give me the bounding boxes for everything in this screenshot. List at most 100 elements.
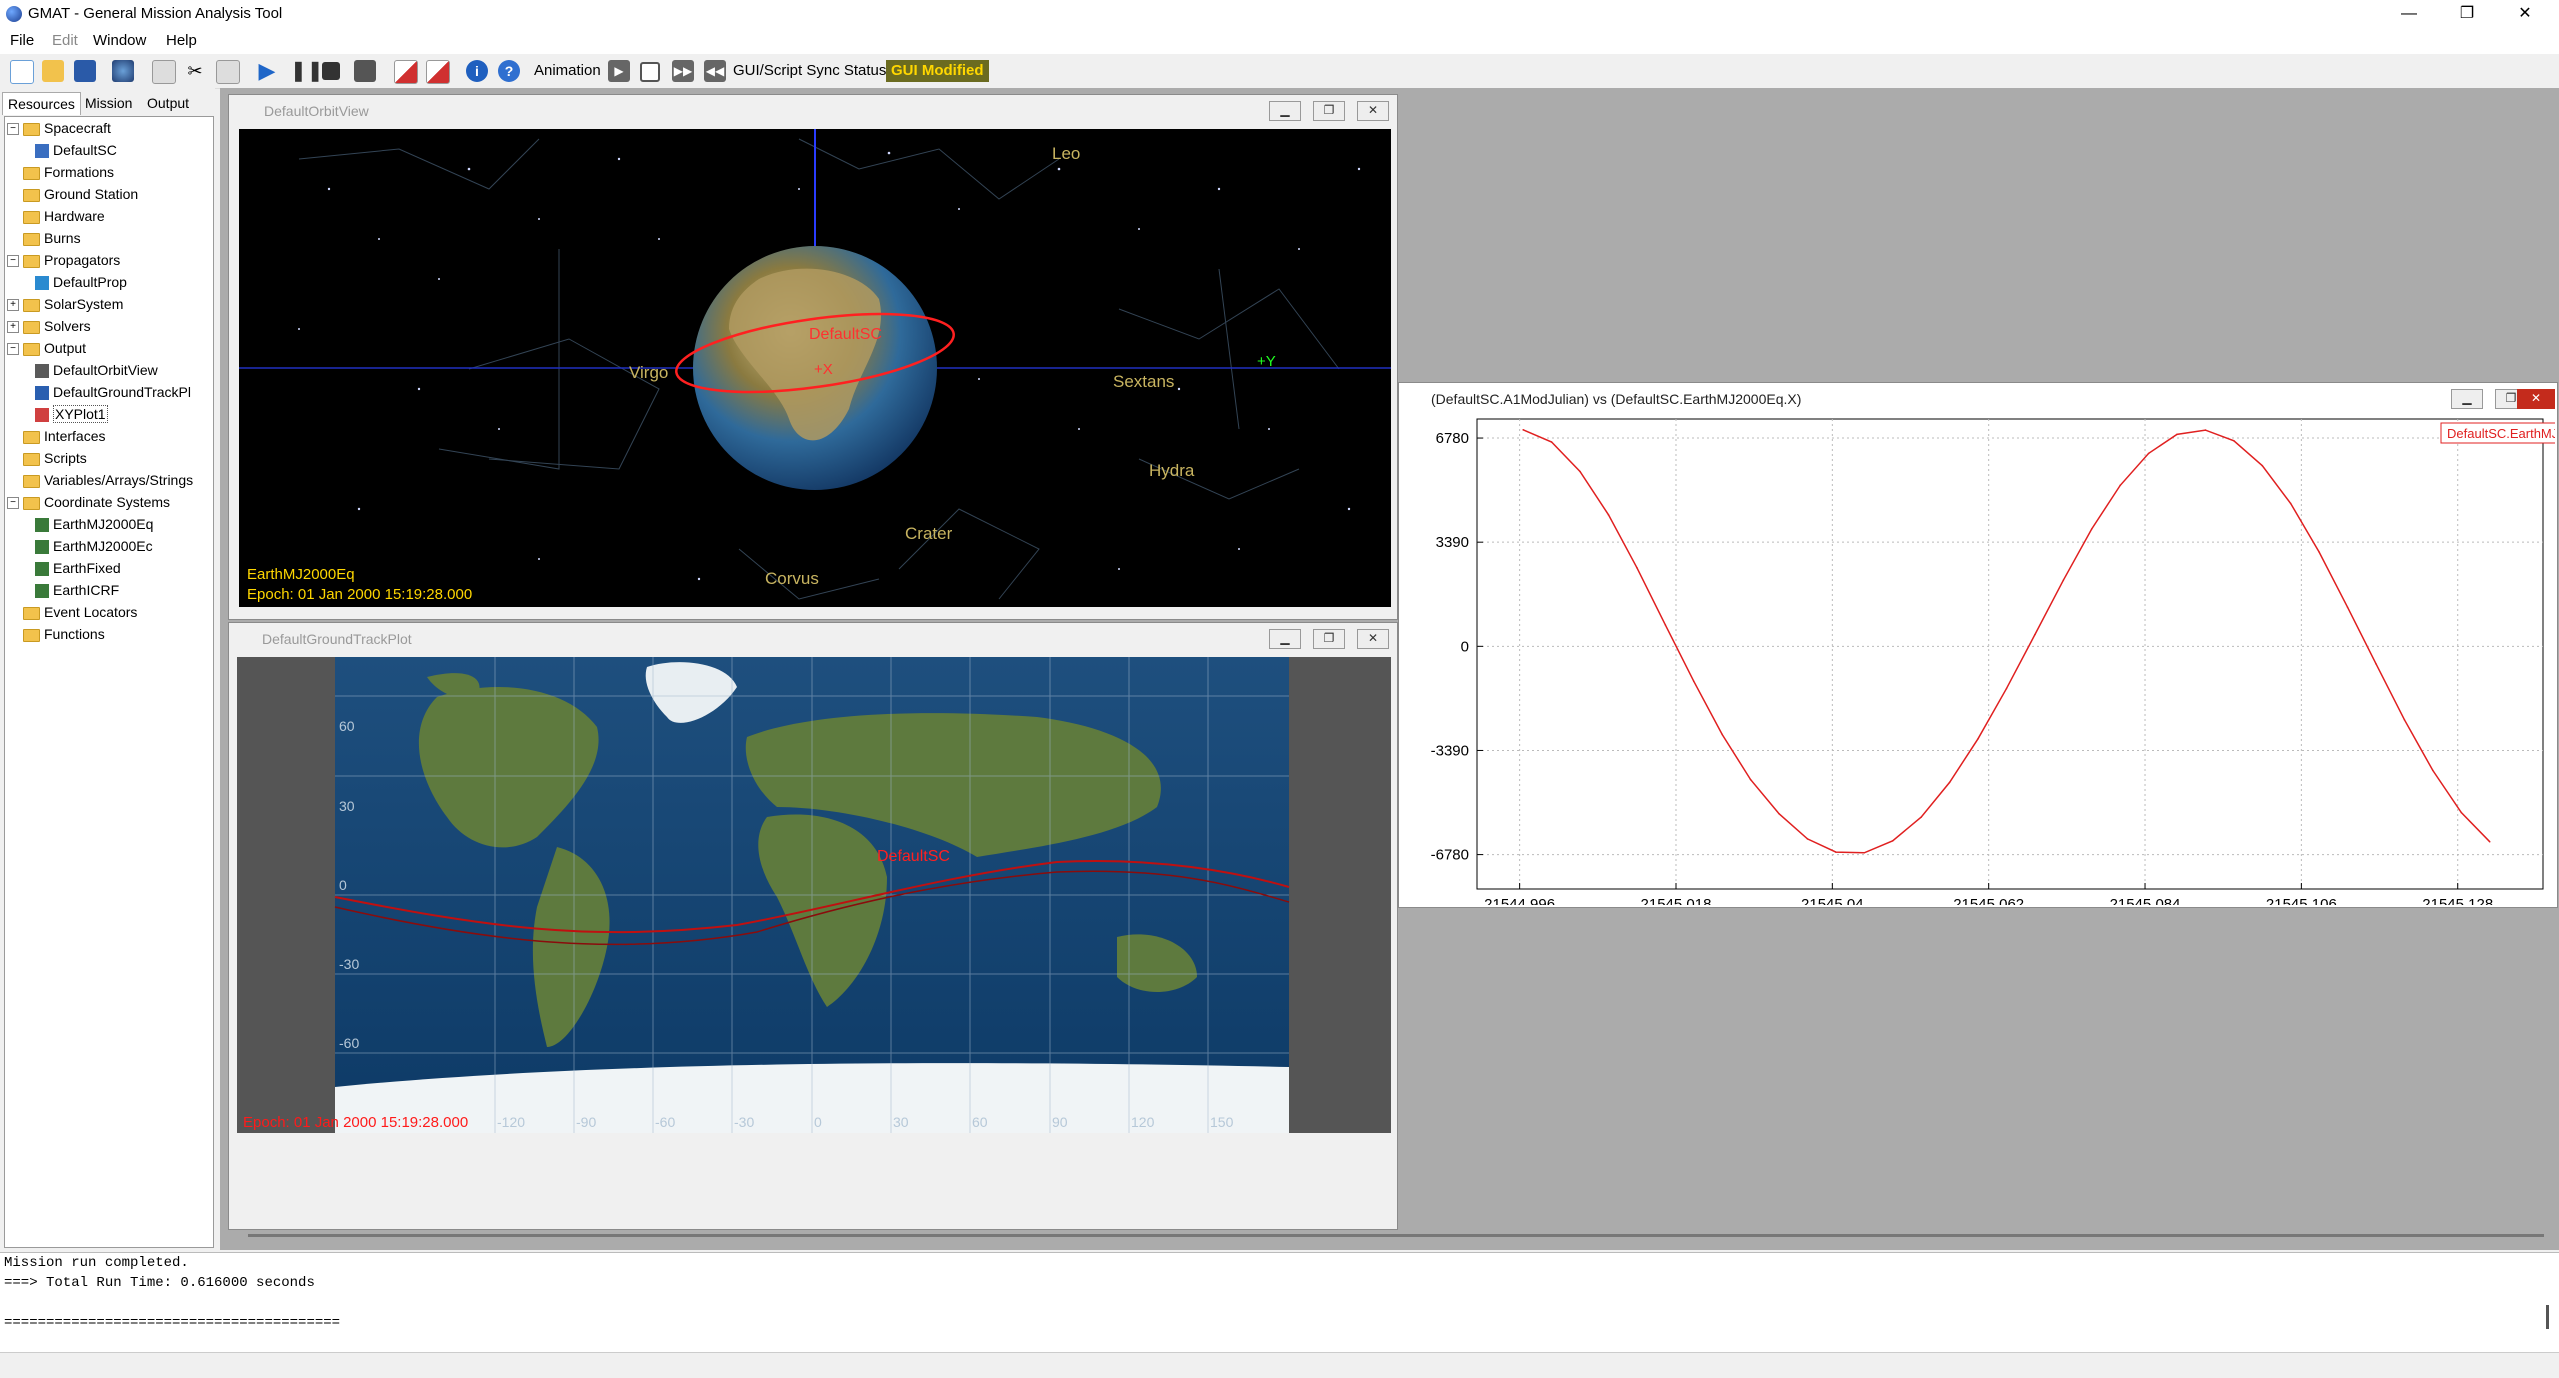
ground-track-titlebar: DefaultGroundTrackPlot ▁ ❐ ✕ (229, 623, 1397, 653)
tree-expander-icon[interactable]: + (7, 299, 19, 312)
close-all-icon[interactable] (426, 60, 450, 84)
tree-item-label: Spacecraft (44, 120, 111, 136)
tab-resources[interactable]: Resources (2, 92, 81, 115)
tree-item[interactable]: Ground Station (5, 183, 213, 205)
tree-item-label: EarthFixed (53, 560, 121, 576)
animation-play-icon[interactable]: ▶ (608, 60, 630, 82)
cut-icon[interactable]: ✂ (184, 60, 206, 82)
pause-icon[interactable]: ❚❚ (290, 60, 324, 82)
new-file-icon[interactable] (10, 60, 34, 84)
ground-track-maximize-button[interactable]: ❐ (1313, 629, 1345, 649)
xy-plot-canvas[interactable]: 21544.996 21545.018 21545.04 21545.062 21545… (1399, 413, 2555, 905)
folder-icon (23, 430, 40, 444)
tree-item[interactable]: Functions (5, 623, 213, 645)
series-point (2062, 579, 2065, 582)
series-point (1550, 441, 1553, 443)
tree-item[interactable]: XYPlot1 (5, 403, 213, 425)
constellation-label-sextans: Sextans (1113, 372, 1174, 391)
tree-item[interactable]: + Solvers (5, 315, 213, 337)
tree-item-label: Interfaces (44, 428, 106, 444)
tree-item[interactable]: Burns (5, 227, 213, 249)
screenshot-icon[interactable] (354, 60, 376, 82)
tree-expander-icon[interactable]: − (7, 255, 19, 268)
tree-item[interactable]: EarthMJ2000Ec (5, 535, 213, 557)
folder-icon (23, 320, 40, 334)
series-point (2432, 769, 2434, 772)
series-point (1863, 851, 1866, 854)
sync-status-label: GUI/Script Sync Status: (733, 62, 891, 79)
tree-expander-icon[interactable]: − (7, 497, 19, 510)
xy-plot-window: (DefaultSC.A1ModJulian) vs (DefaultSC.Ea… (1398, 382, 2558, 908)
ground-track-canvas[interactable]: DefaultSC 60 30 0 -30 -60 -120 -90 -60 -… (237, 657, 1391, 1133)
xy-plot-close-button[interactable]: ✕ (2517, 389, 2555, 409)
xy-plot-minimize-button[interactable]: ▁ (2451, 389, 2483, 409)
output-scrollbar[interactable] (2546, 1305, 2549, 1329)
tree-item-label: Solvers (44, 318, 91, 334)
x-tick-label: 21545.062 (1953, 896, 2024, 905)
minimize-button[interactable]: — (2380, 0, 2438, 28)
tree-item[interactable]: + SolarSystem (5, 293, 213, 315)
tree-item[interactable]: EarthMJ2000Eq (5, 513, 213, 535)
orbit-view-maximize-button[interactable]: ❐ (1313, 101, 1345, 121)
tree-expander-icon[interactable]: + (7, 321, 19, 334)
animation-slower-icon[interactable]: ◀◀ (704, 60, 726, 82)
tree-item[interactable]: DefaultGroundTrackPl (5, 381, 213, 403)
tree-item[interactable]: − Coordinate Systems (5, 491, 213, 513)
open-file-icon[interactable] (42, 60, 64, 82)
globe-icon[interactable] (112, 60, 134, 82)
folder-icon (23, 254, 40, 268)
tree-item[interactable]: Variables/Arrays/Strings (5, 469, 213, 491)
folder-icon (23, 122, 40, 136)
series-point (1579, 470, 1581, 473)
info-icon[interactable]: i (466, 60, 488, 82)
tree-item[interactable]: DefaultProp (5, 271, 213, 293)
menu-edit[interactable]: Edit (52, 32, 78, 49)
tree-item[interactable]: Scripts (5, 447, 213, 469)
mdi-workspace: DefaultOrbitView ▁ ❐ ✕ DefaultSC +X +Y L… (220, 88, 2559, 1250)
orbit-view-close-button[interactable]: ✕ (1357, 101, 1389, 121)
menu-file[interactable]: File (10, 32, 34, 49)
tree-item[interactable]: − Output (5, 337, 213, 359)
tree-item[interactable]: EarthICRF (5, 579, 213, 601)
mdi-horizontal-scrollbar[interactable] (248, 1234, 2544, 1237)
maximize-button[interactable]: ❐ (2438, 0, 2496, 28)
run-icon[interactable]: ▶ (256, 60, 278, 82)
coordsys-icon (35, 562, 49, 577)
y-tick-label: 3390 (1436, 534, 1469, 551)
tab-output[interactable]: Output (142, 92, 194, 114)
animation-faster-icon[interactable]: ▶▶ (672, 60, 694, 82)
close-button[interactable]: ✕ (2496, 0, 2554, 28)
help-icon[interactable]: ? (498, 60, 520, 82)
paste-icon[interactable] (216, 60, 240, 84)
orbit-view-minimize-button[interactable]: ▁ (1269, 101, 1301, 121)
close-children-icon[interactable] (394, 60, 418, 84)
animation-stop-icon[interactable] (640, 62, 660, 82)
tree-item-label: DefaultOrbitView (53, 362, 158, 378)
ground-track-minimize-button[interactable]: ▁ (1269, 629, 1301, 649)
tree-item[interactable]: DefaultOrbitView (5, 359, 213, 381)
tab-mission[interactable]: Mission (80, 92, 137, 114)
lon-label-minus60: -60 (655, 1114, 675, 1130)
ground-track-close-button[interactable]: ✕ (1357, 629, 1389, 649)
tree-item[interactable]: EarthFixed (5, 557, 213, 579)
tree-item[interactable]: Formations (5, 161, 213, 183)
folder-icon (23, 496, 40, 510)
folder-icon (23, 188, 40, 202)
orbit-view-canvas[interactable]: DefaultSC +X +Y Leo Virgo Sextans Hydra … (239, 129, 1391, 607)
stop-icon[interactable] (322, 62, 340, 80)
tree-expander-icon[interactable]: − (7, 343, 19, 356)
copy-icon[interactable] (152, 60, 176, 84)
tree-item-label: Variables/Arrays/Strings (44, 472, 194, 488)
menu-help[interactable]: Help (166, 32, 197, 49)
menu-window[interactable]: Window (93, 32, 146, 49)
tree-item-label: SolarSystem (44, 296, 124, 312)
tree-item[interactable]: − Propagators (5, 249, 213, 271)
tree-item[interactable]: DefaultSC (5, 139, 213, 161)
tree-item[interactable]: − Spacecraft (5, 117, 213, 139)
tree-item[interactable]: Event Locators (5, 601, 213, 623)
tree-item[interactable]: Hardware (5, 205, 213, 227)
tree-expander-icon[interactable]: − (7, 123, 19, 136)
tree-item[interactable]: Interfaces (5, 425, 213, 447)
series-point (1948, 781, 1951, 784)
save-icon[interactable] (74, 60, 96, 82)
